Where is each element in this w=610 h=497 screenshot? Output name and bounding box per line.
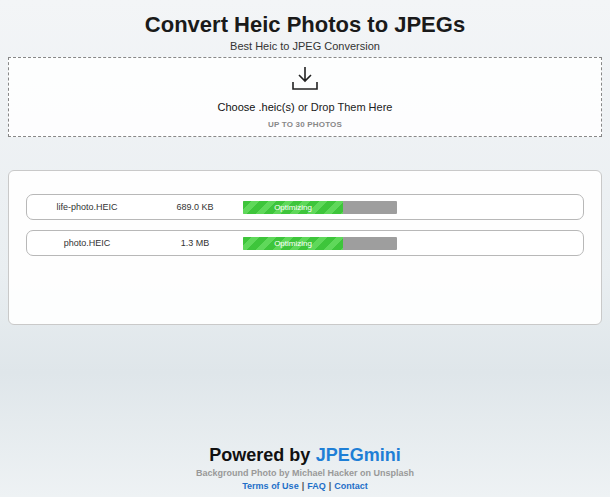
photo-credit: Background Photo by Michael Hacker on Un… [0, 467, 610, 479]
page: Convert Heic Photos to JPEGsBest Heic to… [0, 0, 610, 497]
progress-fill: Optimizing [243, 201, 343, 214]
footer-link[interactable]: Terms of Use [242, 481, 298, 491]
footer-links: Terms of Use|FAQ|Contact [0, 480, 610, 493]
footer-link[interactable]: Contact [334, 481, 368, 491]
progress-status: Optimizing [274, 239, 312, 248]
file-list: life-photo.HEIC689.0 KBOptimizingphoto.H… [8, 170, 602, 325]
page-subtitle: Best Heic to JPEG Conversion [0, 39, 610, 53]
footer: Powered byJPEGminiBackground Photo by Mi… [0, 444, 610, 497]
file-row: photo.HEIC 1.3 MB Optimizing [26, 230, 584, 256]
file-name: life-photo.HEIC [27, 202, 147, 212]
file-row: life-photo.HEIC 689.0 KB Optimizing [26, 194, 584, 220]
brand-link[interactable]: JPEGmini [316, 445, 401, 465]
progress-bar: Optimizing [243, 201, 397, 214]
choose-files-link[interactable]: Choose .heic(s) [218, 101, 295, 113]
link-separator: | [302, 481, 305, 491]
upload-limit: UP TO 30 PHOTOS [268, 120, 342, 129]
file-name: photo.HEIC [27, 238, 147, 248]
page-title: Convert Heic Photos to JPEGs [0, 12, 610, 38]
file-size: 1.3 MB [160, 238, 230, 248]
powered-by: Powered byJPEGmini [0, 444, 610, 466]
dropzone-prompt: Choose .heic(s)or Drop Them Here [218, 100, 393, 114]
header: Convert Heic Photos to JPEGsBest Heic to… [0, 0, 610, 53]
dropzone[interactable]: Choose .heic(s)or Drop Them Here UP TO 30… [8, 57, 602, 137]
link-separator: | [329, 481, 332, 491]
progress-status: Optimizing [274, 203, 312, 212]
progress-fill: Optimizing [243, 237, 343, 250]
footer-link[interactable]: FAQ [307, 481, 326, 491]
download-icon [292, 66, 318, 90]
file-size: 689.0 KB [160, 202, 230, 212]
progress-bar: Optimizing [243, 237, 397, 250]
